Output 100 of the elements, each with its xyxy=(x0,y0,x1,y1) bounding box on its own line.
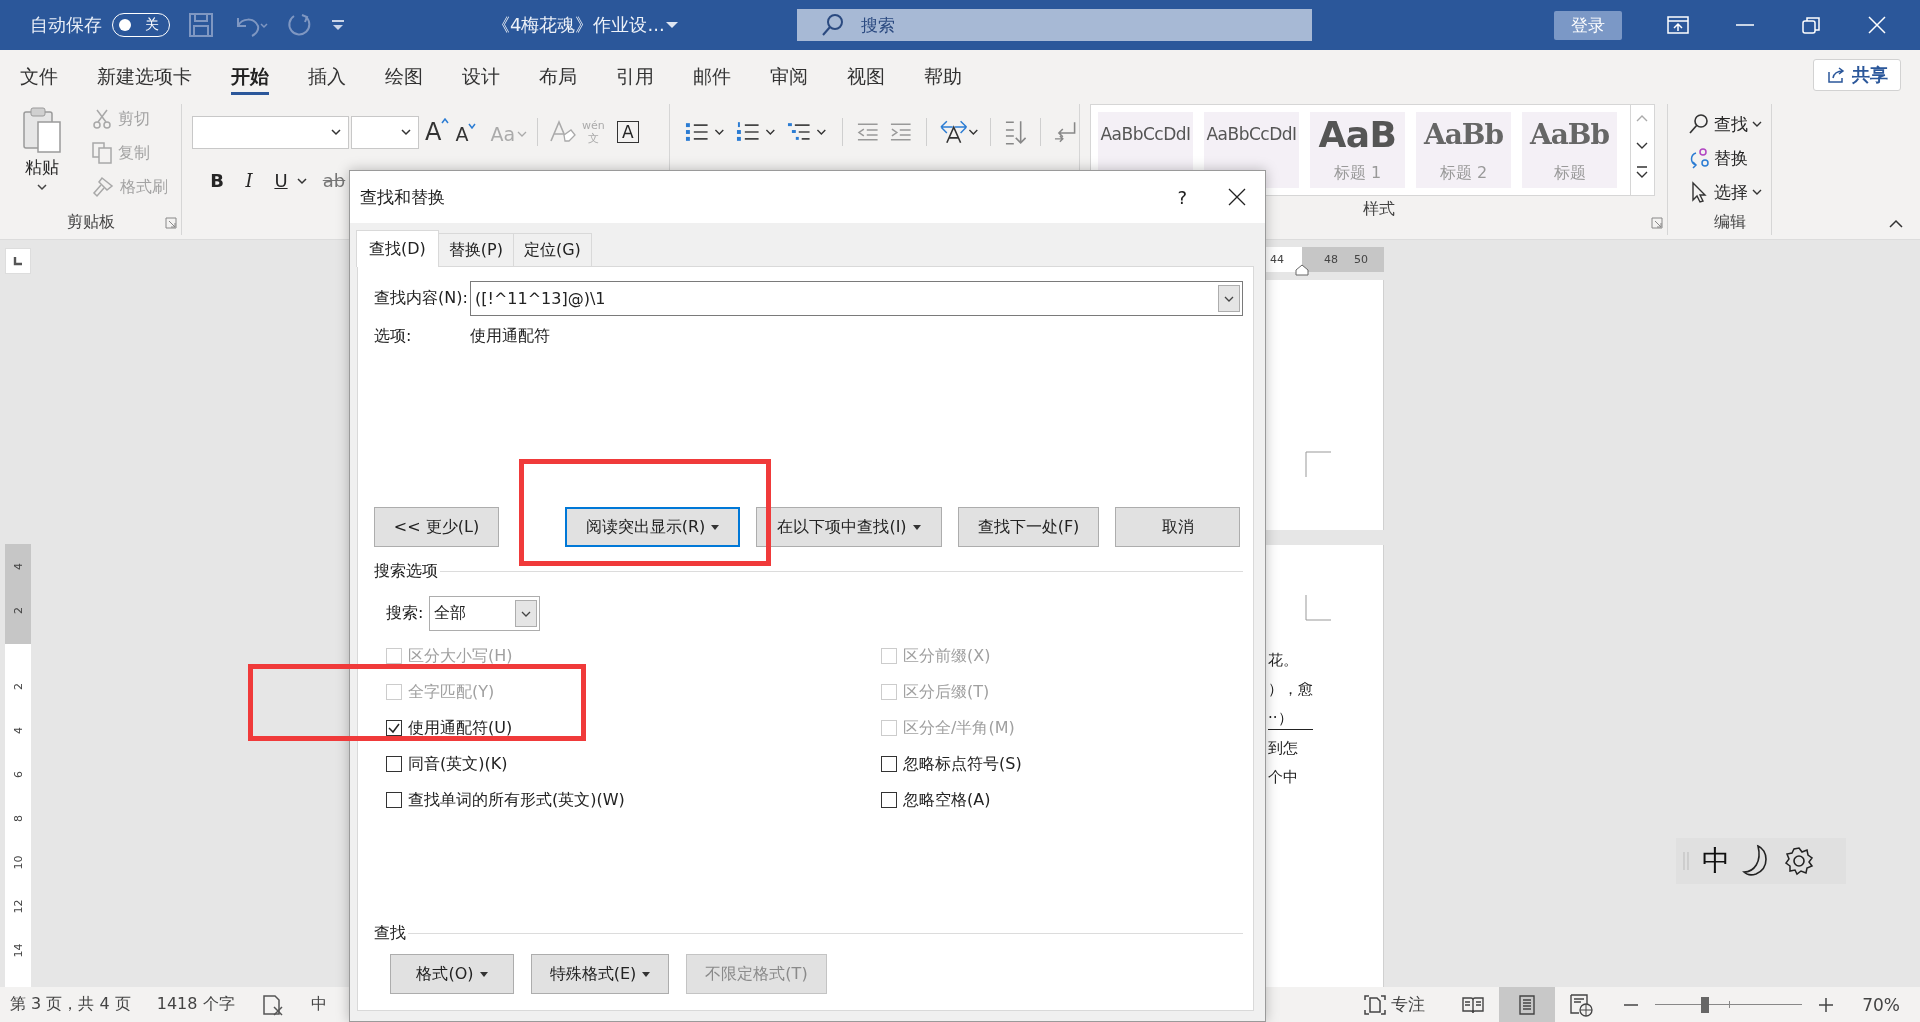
ribbon-tab[interactable]: 插入 xyxy=(308,55,346,95)
editing-action[interactable]: 替换 xyxy=(1688,144,1771,172)
text-direction-icon[interactable] xyxy=(938,119,978,145)
text-format-button[interactable]: U xyxy=(272,170,290,191)
close-icon[interactable] xyxy=(1227,187,1247,207)
chevron-icon[interactable] xyxy=(296,176,308,185)
dialog-button[interactable]: 格式(O) xyxy=(390,954,514,994)
character-border-button[interactable]: A xyxy=(616,121,639,143)
checkbox-label[interactable]: 使用通配符(U) xyxy=(408,717,513,739)
chevron-icon xyxy=(1752,188,1762,196)
checkbox-label[interactable]: 查找单词的所有形式(英文)(W) xyxy=(408,789,625,811)
group-label: 编辑 xyxy=(1713,211,1746,233)
search-direction-dropdown[interactable]: 全部 xyxy=(429,596,541,631)
checkbox-label[interactable]: 同音(英文)(K) xyxy=(408,753,508,775)
dialog-tab[interactable]: 查找(D) xyxy=(356,230,439,267)
checkbox[interactable] xyxy=(386,756,402,772)
input-mode[interactable]: 中 xyxy=(1702,842,1730,880)
scissors-icon xyxy=(92,108,112,130)
find-what-field[interactable]: ([!^11^13]@)\1 xyxy=(470,281,1243,316)
field-label: 查找内容(N): xyxy=(374,288,469,309)
proofing-icon[interactable] xyxy=(260,993,285,1016)
ribbon-tab[interactable]: 文件 xyxy=(20,55,58,95)
ribbon-tab[interactable]: 审阅 xyxy=(770,55,808,95)
ribbon-tab[interactable]: 帮助 xyxy=(924,55,962,95)
ribbon-tab[interactable]: 开始 xyxy=(231,55,269,95)
zoom-level[interactable]: 70% xyxy=(1862,994,1900,1015)
format-painter-icon xyxy=(92,176,114,198)
dialog-title: 查找和替换 xyxy=(360,185,445,209)
word-count[interactable]: 1418 个字 xyxy=(156,994,235,1015)
dialog-tab[interactable]: 定位(G) xyxy=(512,233,592,266)
ribbon-tab[interactable]: 邮件 xyxy=(693,55,731,95)
page-count[interactable]: 第 3 页，共 4 页 xyxy=(10,994,131,1015)
group-label: 样式 xyxy=(1362,198,1395,220)
search-icon xyxy=(1688,113,1710,135)
language-indicator[interactable]: 中 xyxy=(310,994,327,1015)
copy-icon xyxy=(92,142,112,164)
dialog-button[interactable]: 特殊格式(E) xyxy=(531,954,669,994)
search-field[interactable]: 搜索 xyxy=(796,9,1312,41)
ribbon-tab[interactable]: 绘图 xyxy=(385,55,423,95)
shrink-font-button[interactable]: A xyxy=(455,123,477,145)
text-format-button[interactable]: B xyxy=(208,170,226,191)
tab-selector[interactable] xyxy=(5,248,31,274)
down-caret-icon xyxy=(468,123,477,129)
redo-icon[interactable] xyxy=(286,12,312,38)
editing-action[interactable]: 查找 xyxy=(1688,110,1771,138)
focus-button[interactable]: 专注 xyxy=(1363,993,1426,1016)
field-label: 选项: xyxy=(374,325,413,347)
check-icon xyxy=(387,721,401,735)
text-format-button[interactable]: I xyxy=(240,170,258,191)
share-button[interactable]: 共享 xyxy=(1813,59,1901,91)
restore-icon[interactable] xyxy=(1799,15,1822,35)
text-format-button[interactable]: ab xyxy=(322,170,346,191)
help-button[interactable]: ? xyxy=(1177,186,1187,208)
field-label: 搜索: xyxy=(386,603,424,624)
dialog-button[interactable]: 阅读突出显示(R) xyxy=(565,507,740,547)
corner-mark xyxy=(1305,595,1331,621)
dialog-launcher-icon[interactable] xyxy=(165,217,177,229)
ribbon-tab[interactable]: 视图 xyxy=(847,55,885,95)
view-button[interactable] xyxy=(1499,987,1556,1022)
collapse-ribbon-icon[interactable] xyxy=(1888,219,1904,229)
checkbox-label[interactable]: 忽略空格(A) xyxy=(903,789,991,811)
checkbox[interactable] xyxy=(881,792,897,808)
settings-icon[interactable] xyxy=(1784,846,1814,876)
ribbon-display-icon[interactable] xyxy=(1665,15,1690,35)
dialog-launcher-icon[interactable] xyxy=(1651,217,1663,229)
page-icon xyxy=(1517,993,1538,1016)
grow-font-button[interactable]: A xyxy=(425,118,450,146)
checkbox[interactable] xyxy=(881,756,897,772)
dialog-button[interactable]: << 更少(L) xyxy=(374,507,499,547)
zoom-slider[interactable] xyxy=(1655,994,1803,1015)
dialog-button[interactable]: 查找下一处(F) xyxy=(958,507,1099,547)
style-option[interactable]: AaBb 标题 2 xyxy=(1416,112,1511,188)
document-title[interactable]: 《4梅花魂》作业设... xyxy=(492,13,665,37)
style-option[interactable]: AaBb 标题 xyxy=(1522,112,1617,188)
caret-icon xyxy=(36,183,48,191)
share-icon xyxy=(1826,66,1846,84)
indent-marker-icon[interactable] xyxy=(1295,264,1309,276)
increase-indent-icon[interactable] xyxy=(888,120,914,144)
editing-action[interactable]: 选择 xyxy=(1688,178,1771,206)
dialog-button[interactable]: 取消 xyxy=(1115,507,1240,547)
save-icon[interactable] xyxy=(188,12,214,38)
checkbox[interactable] xyxy=(386,792,402,808)
ribbon-tab[interactable]: 引用 xyxy=(616,55,654,95)
options-value: 使用通配符 xyxy=(470,325,550,347)
close-icon[interactable] xyxy=(1865,15,1888,35)
dialog-button[interactable]: 在以下项中查找(I) xyxy=(756,507,942,547)
checkbox[interactable] xyxy=(386,720,402,736)
ribbon-tab[interactable]: 设计 xyxy=(462,55,500,95)
chevron-icon[interactable] xyxy=(1223,294,1235,303)
document-text: 到怎 xyxy=(1268,738,1299,759)
chevron-icon xyxy=(400,128,412,136)
customize-caret-icon[interactable] xyxy=(330,18,346,32)
style-option[interactable]: AaB 标题 1 xyxy=(1310,112,1405,188)
book-icon xyxy=(1461,994,1486,1015)
paste-button[interactable]: 粘贴 xyxy=(12,104,72,209)
checkbox-label[interactable]: 忽略标点符号(S) xyxy=(903,753,1022,775)
caret-icon[interactable] xyxy=(664,20,679,30)
section-heading: 查找 xyxy=(374,923,406,944)
ribbon-tab[interactable]: 新建选项卡 xyxy=(97,55,192,95)
ribbon-tab[interactable]: 布局 xyxy=(539,55,577,95)
